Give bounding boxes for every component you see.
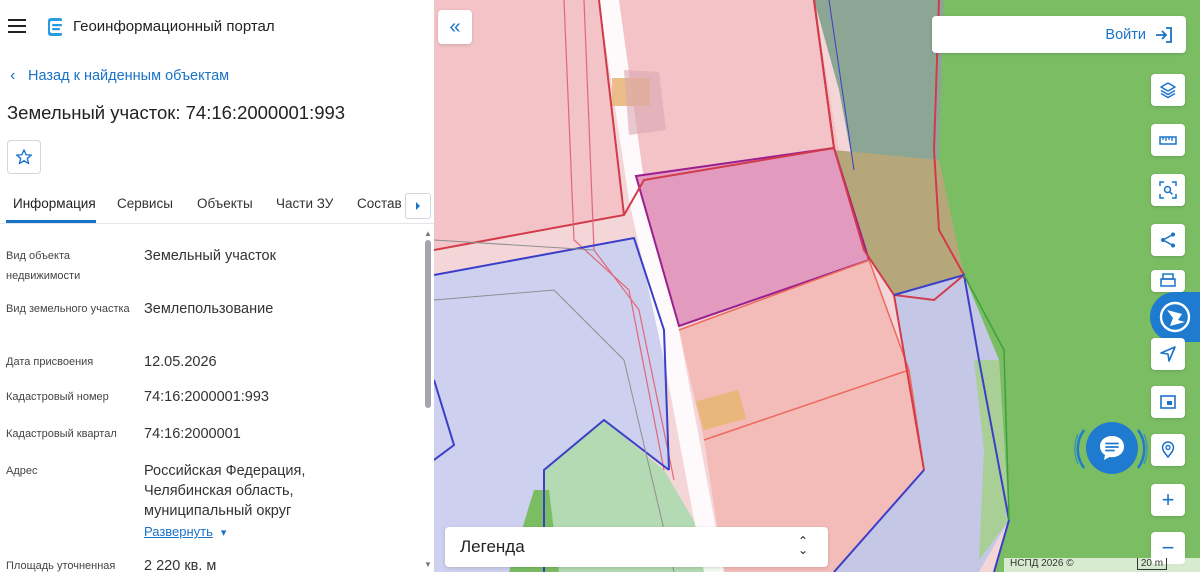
measure-button[interactable] (1151, 124, 1185, 156)
print-button[interactable] (1151, 270, 1185, 292)
expand-address-link[interactable]: Развернуть ▾ (144, 523, 226, 541)
share-button[interactable] (1151, 224, 1185, 256)
info-label: Дата присвоения (6, 356, 94, 368)
minimap-button[interactable] (1151, 386, 1185, 418)
login-button[interactable]: Войти (932, 16, 1186, 53)
app-title: Геоинформационный портал (73, 18, 275, 35)
info-label: Вид объекта недвижимости (6, 250, 81, 282)
scrollbar-thumb[interactable] (425, 240, 431, 408)
locate-button[interactable] (1151, 338, 1185, 370)
navigation-arrow-icon (1160, 346, 1176, 362)
hamburger-icon[interactable] (8, 19, 26, 33)
portal-logo-icon (48, 18, 62, 36)
info-value: Землепользование (144, 301, 274, 317)
legend-label: Легенда (460, 537, 525, 556)
tab-services[interactable]: Сервисы (117, 196, 173, 211)
login-label: Войти (1105, 26, 1146, 43)
tab-bar: Информация Сервисы Объекты Части ЗУ Сост… (0, 186, 434, 224)
select-area-button[interactable] (1151, 174, 1185, 206)
app-header: Геоинформационный портал (0, 0, 434, 54)
info-label: Кадастровый номер (6, 391, 109, 403)
scroll-up-arrow[interactable]: ▲ (424, 229, 432, 238)
info-label: Кадастровый квартал (6, 428, 117, 440)
minus-icon: − (1161, 535, 1175, 560)
star-icon (15, 149, 33, 165)
info-value: Земельный участок (144, 248, 276, 264)
chat-button[interactable] (1086, 422, 1138, 474)
scroll-down-arrow[interactable]: ▼ (424, 560, 432, 569)
print-icon (1160, 273, 1176, 287)
zoom-in-button[interactable]: + (1151, 484, 1185, 516)
plus-icon: + (1161, 487, 1175, 512)
layers-icon (1160, 82, 1176, 99)
legend-bar[interactable]: Легенда ⌃ ⌄ (445, 527, 828, 567)
share-icon (1161, 232, 1175, 248)
info-value: 74:16:2000001:993 (144, 389, 269, 405)
info-value: Российская Федерация, Челябинская област… (144, 463, 306, 519)
login-arrow-icon (1156, 26, 1172, 43)
chevron-right-icon (416, 202, 420, 210)
back-to-results-link[interactable]: ‹ Назад к найденным объектам (10, 67, 229, 85)
chevron-left-icon: ‹ (10, 67, 16, 84)
double-chevron-left-icon: « (449, 15, 461, 38)
tab-information[interactable]: Информация (13, 196, 96, 211)
location-search-icon (1161, 441, 1175, 459)
tab-objects[interactable]: Объекты (197, 196, 253, 211)
map-attribution: НСПД 2026 © 20 m (1004, 558, 1200, 572)
collapse-panel-button[interactable]: « (438, 10, 472, 44)
scale-bar: 20 m (1137, 558, 1167, 570)
tab-composition[interactable]: Состав (357, 196, 402, 211)
chevron-down-icon: ▾ (220, 527, 227, 539)
ruler-icon (1159, 136, 1177, 145)
object-panel: Геоинформационный портал ‹ Назад к найде… (0, 0, 434, 572)
info-label: Адрес (6, 465, 38, 477)
info-label: Площадь уточненная (6, 560, 116, 572)
info-value: 12.05.2026 (144, 354, 217, 370)
back-link-label: Назад к найденным объектам (28, 68, 230, 84)
info-value: 2 220 кв. м (144, 558, 217, 572)
expand-label: Развернуть (144, 524, 213, 539)
expand-collapse-icon: ⌃ ⌄ (797, 534, 808, 557)
info-value: 74:16:2000001 (144, 426, 241, 442)
geo-search-button[interactable] (1151, 434, 1185, 466)
info-label: Вид земельного участка (6, 303, 130, 315)
favorite-button[interactable] (7, 140, 41, 174)
tabs-next-button[interactable] (405, 193, 431, 219)
chat-icon (1100, 436, 1124, 460)
layers-button[interactable] (1151, 74, 1185, 106)
attribution-text: НСПД 2026 © (1010, 558, 1074, 569)
nspd-logo-icon (1159, 301, 1191, 333)
side-panel-tab[interactable] (1150, 292, 1200, 342)
area-search-icon (1159, 181, 1177, 199)
page-title: Земельный участок: 74:16:2000001:993 (7, 102, 346, 123)
minimap-icon (1160, 395, 1176, 409)
info-list: Вид объекта недвижимости Земельный участ… (0, 232, 424, 572)
tab-parcel-parts[interactable]: Части ЗУ (276, 196, 333, 211)
active-tab-indicator (6, 220, 96, 223)
